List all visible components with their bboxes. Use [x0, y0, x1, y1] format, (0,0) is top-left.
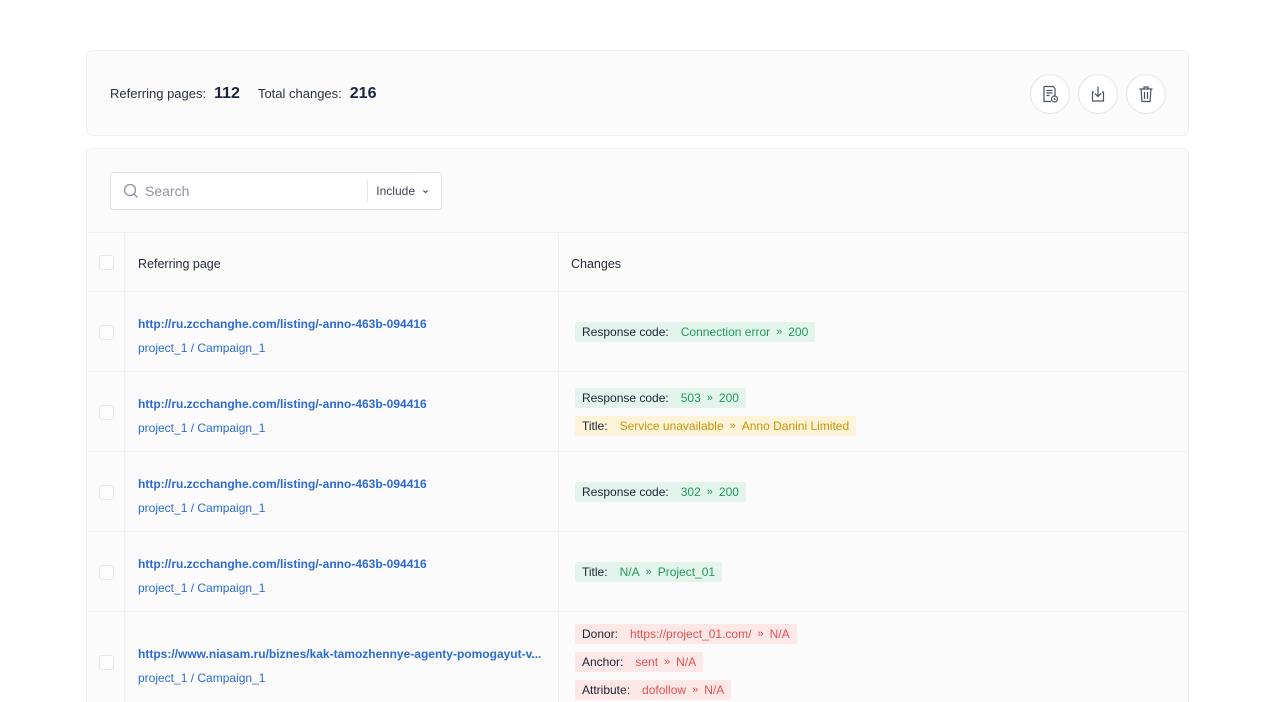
search-icon: [123, 183, 138, 198]
change-old-value: 302: [680, 485, 701, 499]
change-arrow: »: [645, 566, 652, 578]
change-old-value: sent: [635, 655, 659, 669]
table-header: Referring page Changes: [87, 232, 1188, 292]
referring-page-link[interactable]: http://ru.zcchanghe.com/listing/-anno-46…: [138, 397, 427, 411]
header-changes: Changes: [571, 257, 622, 271]
change-old-value: https://project_01.com/: [630, 627, 752, 641]
change-tag: Response code: 503 » 200: [575, 388, 746, 408]
summary-stats: Referring pages: 112 Total changes: 216: [110, 85, 394, 103]
change-arrow: »: [706, 392, 713, 404]
report-button[interactable]: [1030, 74, 1070, 114]
total-changes-value: 216: [349, 85, 377, 102]
change-arrow: »: [692, 684, 699, 696]
change-key: Donor:: [582, 627, 619, 641]
select-all-checkbox[interactable]: [99, 255, 114, 270]
change-new-value: N/A: [676, 655, 697, 669]
referring-page-link[interactable]: http://ru.zcchanghe.com/listing/-anno-46…: [138, 557, 427, 571]
change-new-value: 200: [718, 485, 739, 499]
table-row: https://www.niasam.ru/biznes/kak-tamozhe…: [87, 612, 1188, 702]
delete-button[interactable]: [1126, 74, 1166, 114]
table-row: http://ru.zcchanghe.com/listing/-anno-46…: [87, 452, 1188, 532]
change-old-value: Service unavailable: [619, 419, 724, 433]
header-referring-page: Referring page: [138, 257, 221, 271]
row-checkbox[interactable]: [99, 405, 114, 420]
table-row: http://ru.zcchanghe.com/listing/-anno-46…: [87, 372, 1188, 452]
change-key: Title:: [582, 419, 608, 433]
referring-page-link[interactable]: http://ru.zcchanghe.com/listing/-anno-46…: [138, 317, 427, 331]
change-new-value: 200: [718, 391, 739, 405]
project-campaign-link[interactable]: project_1 / Campaign_1: [138, 581, 265, 595]
change-new-value: Anno Danini Limited: [741, 419, 850, 433]
change-key: Response code:: [582, 391, 669, 405]
total-changes-label: Total changes:: [257, 86, 342, 101]
change-key: Response code:: [582, 325, 669, 339]
change-old-value: 503: [680, 391, 701, 405]
summary-actions: [1030, 74, 1166, 114]
search-input[interactable]: [145, 183, 355, 199]
changes-list: Response code: Connection error » 200: [575, 322, 816, 342]
change-key: Attribute:: [582, 683, 631, 697]
include-filter-label: Include: [376, 184, 415, 198]
row-checkbox[interactable]: [99, 655, 114, 670]
changes-list: Response code: 302 » 200: [575, 482, 746, 502]
project-campaign-link[interactable]: project_1 / Campaign_1: [138, 501, 265, 515]
change-tag: Title: N/A » Project_01: [575, 562, 723, 582]
referring-pages-value: 112: [214, 85, 240, 102]
change-tag: Response code: Connection error » 200: [575, 322, 816, 342]
change-arrow: »: [729, 420, 736, 432]
change-arrow: »: [757, 628, 764, 640]
project-campaign-link[interactable]: project_1 / Campaign_1: [138, 671, 265, 685]
chevron-down-icon: [422, 189, 429, 193]
change-tag: Attribute: dofollow » N/A: [575, 680, 732, 700]
change-tag: Title: Service unavailable » Anno Danini Li…: [575, 416, 857, 436]
change-arrow: »: [706, 486, 713, 498]
change-new-value: N/A: [704, 683, 725, 697]
search-box: Include: [110, 172, 442, 210]
change-old-value: dofollow: [642, 683, 687, 697]
change-new-value: 200: [788, 325, 809, 339]
referring-page-link[interactable]: https://www.niasam.ru/biznes/kak-tamozhe…: [138, 647, 541, 661]
change-tag: Response code: 302 » 200: [575, 482, 746, 502]
summary-card: Referring pages: 112 Total changes: 216: [86, 50, 1189, 136]
report-icon: [1043, 85, 1059, 103]
change-old-value: N/A: [619, 565, 640, 579]
include-filter-dropdown[interactable]: Include: [367, 180, 441, 202]
row-checkbox[interactable]: [99, 565, 114, 580]
referring-pages-label: Referring pages:: [110, 86, 207, 101]
changes-list: Donor: https://project_01.com/» N/A Anchor:…: [575, 624, 797, 700]
change-new-value: N/A: [769, 627, 790, 641]
change-new-value: Project_01: [657, 565, 716, 579]
table-row: http://ru.zcchanghe.com/listing/-anno-46…: [87, 532, 1188, 612]
change-arrow: »: [664, 656, 671, 668]
table-row: http://ru.zcchanghe.com/listing/-anno-46…: [87, 292, 1188, 372]
trash-icon: [1139, 86, 1153, 103]
change-key: Anchor:: [582, 655, 624, 669]
row-checkbox[interactable]: [99, 325, 114, 340]
changes-list: Title: N/A » Project_01: [575, 562, 723, 582]
change-arrow: »: [776, 326, 783, 338]
change-key: Title:: [582, 565, 608, 579]
project-campaign-link[interactable]: project_1 / Campaign_1: [138, 421, 265, 435]
row-checkbox[interactable]: [99, 485, 114, 500]
change-tag: Donor: https://project_01.com/ » N/A: [575, 624, 797, 644]
download-button[interactable]: [1078, 74, 1118, 114]
project-campaign-link[interactable]: project_1 / Campaign_1: [138, 341, 265, 355]
change-old-value: Connection error: [680, 325, 771, 339]
change-key: Response code:: [582, 485, 669, 499]
download-icon: [1091, 86, 1105, 102]
referring-page-link[interactable]: http://ru.zcchanghe.com/listing/-anno-46…: [138, 477, 427, 491]
changes-table-card: Include Referring page Changes http://ru…: [86, 148, 1189, 702]
changes-list: Response code: 503 » 200 Title: Service unava…: [575, 388, 857, 436]
change-tag: Anchor: sent » N/A: [575, 652, 704, 672]
